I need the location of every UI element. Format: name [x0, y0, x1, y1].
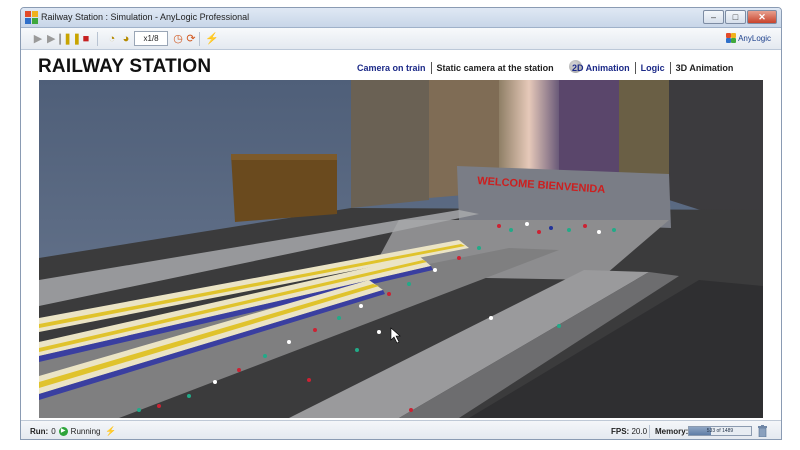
run-label: Run: [30, 427, 49, 436]
virtual-time-icon[interactable]: ◷ [171, 32, 185, 46]
title-bar: Railway Station : Simulation - AnyLogic … [21, 8, 781, 28]
view-2d-animation-link[interactable]: 2D Animation [572, 63, 630, 73]
status-bar: Run: 0 ▶ Running ⚡ FPS: 20.0 Memory: 533… [21, 420, 781, 439]
step-icon[interactable]: ▶❙ [47, 32, 65, 46]
fps-label: FPS: [611, 427, 630, 436]
toolbar-separator [97, 32, 98, 46]
anylogic-app-icon [25, 11, 38, 24]
building [351, 80, 429, 208]
app-window: Railway Station : Simulation - AnyLogic … [20, 7, 782, 440]
memory-text: 533 of 1489 [706, 428, 734, 434]
close-button[interactable]: ✕ [747, 10, 777, 24]
building [619, 80, 669, 184]
memory-label: Memory: [655, 427, 689, 436]
run-state: Running [70, 427, 101, 436]
anylogic-brand[interactable]: AnyLogic [726, 33, 771, 43]
real-time-icon[interactable]: ⟳ [184, 32, 198, 46]
speed-field[interactable]: x1/8 [134, 31, 168, 46]
fps-readout: FPS: 20.0 [611, 427, 647, 436]
view-nav: 2D Animation Logic 3D Animation [572, 61, 733, 75]
experiment-icon[interactable]: ⚡ [205, 32, 219, 46]
garbage-collect-icon[interactable] [758, 425, 767, 437]
fps-value: 20.0 [631, 427, 648, 436]
station-scene: WELCOME BIENVENIDA [39, 80, 763, 418]
memory-bar: 533 of 1489 [688, 426, 752, 436]
view-logic-link[interactable]: Logic [641, 63, 665, 73]
storage-block [231, 154, 337, 222]
nav-divider [669, 62, 671, 74]
view-3d-animation-link[interactable]: 3D Animation [676, 63, 734, 73]
simulation-toolbar: ▶ ▶❙ ❚❚ ■ ◔ ◕ x1/8 ◷ ⟳ ⚡ AnyLogic [21, 28, 781, 50]
speed-up-icon[interactable]: ◕ [119, 32, 133, 46]
pause-icon[interactable]: ❚❚ [63, 32, 81, 46]
status-separator [649, 425, 650, 438]
anylogic-logo-icon [726, 33, 737, 43]
minimize-button[interactable]: – [703, 10, 724, 24]
page-title: RAILWAY STATION [38, 56, 212, 77]
brand-label: AnyLogic [738, 33, 771, 43]
run-value: 0 [51, 427, 56, 436]
nav-divider [430, 62, 432, 74]
static-camera-link[interactable]: Static camera at the station [437, 63, 554, 73]
storage-block-top [231, 154, 337, 160]
running-icon: ▶ [58, 427, 68, 436]
play-icon[interactable]: ▶ [31, 32, 45, 46]
window-title: Railway Station : Simulation - AnyLogic … [41, 12, 250, 22]
model-view: RAILWAY STATION Camera on train Static c… [21, 50, 781, 420]
camera-nav: Camera on train Static camera at the sta… [357, 61, 554, 75]
3d-animation-viewport[interactable]: WELCOME BIENVENIDA [39, 80, 763, 418]
slow-down-icon[interactable]: ◔ [105, 32, 119, 46]
stop-icon[interactable]: ■ [79, 32, 93, 46]
maximize-button[interactable]: □ [725, 10, 746, 24]
memory-readout: Memory: [655, 427, 688, 436]
nav-divider [634, 62, 636, 74]
experiment-icon[interactable]: ⚡ [105, 426, 116, 437]
toolbar-separator [199, 32, 200, 46]
camera-on-train-link[interactable]: Camera on train [357, 63, 426, 73]
run-status: Run: 0 ▶ Running [30, 427, 100, 436]
